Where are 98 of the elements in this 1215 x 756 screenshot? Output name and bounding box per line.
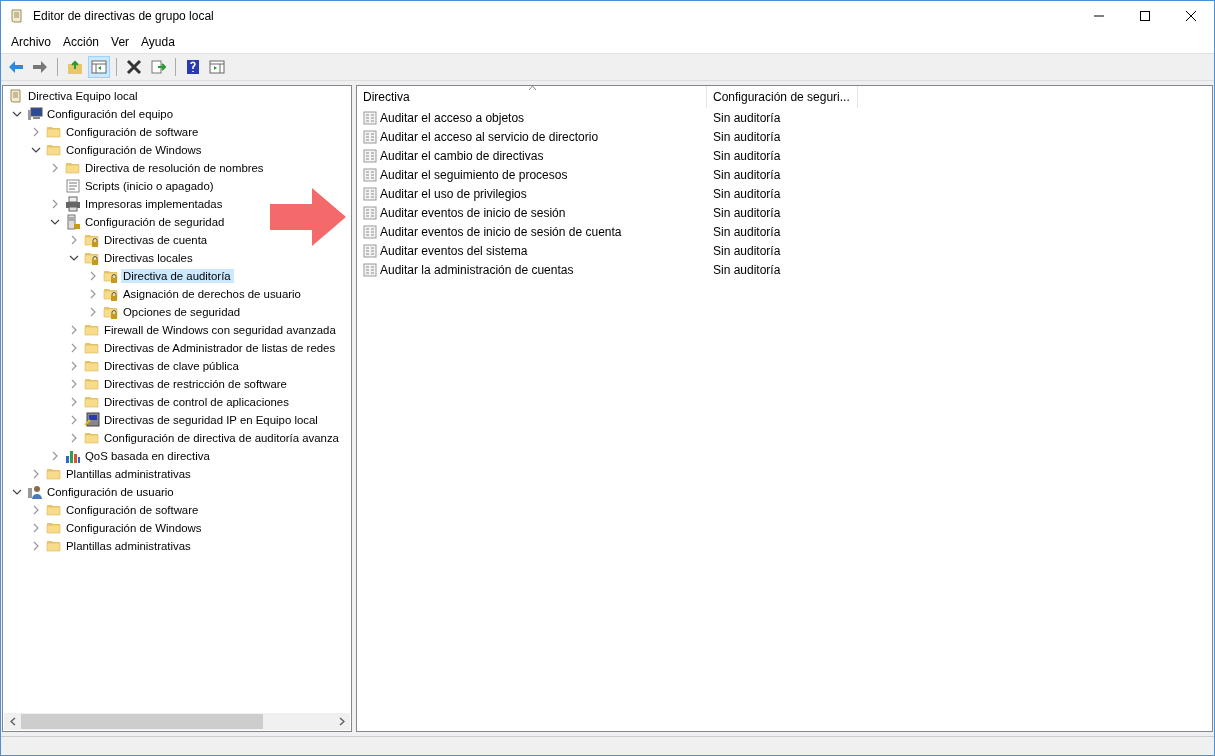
tree-item[interactable]: Directiva Equipo local [28,89,141,103]
folder-icon [84,340,100,356]
tree-item[interactable]: Directivas de control de aplicaciones [104,395,292,409]
policy-setting: Sin auditoría [712,243,781,258]
policy-icon [363,129,377,144]
forward-arrow-icon [32,59,48,75]
tree-item[interactable]: Directivas de clave pública [104,359,242,373]
policy-icon [363,110,377,125]
tree-item[interactable]: Configuración de Windows [66,521,205,535]
folder-icon [65,160,81,176]
script-icon [65,178,81,194]
help-icon [185,59,201,75]
tree-item[interactable]: Plantillas administrativas [66,467,194,481]
folder-lock-icon [84,232,100,248]
policy-icon [363,148,377,163]
policy-setting: Sin auditoría [712,186,781,201]
window-title: Editor de directivas de grupo local [33,9,214,23]
folder-icon [46,502,62,518]
folder-icon [46,124,62,140]
policy-name[interactable]: Auditar la administración de cuentas [380,262,574,277]
tree-item[interactable]: Directivas de cuenta [104,233,211,247]
folder-lock-icon [103,286,119,302]
policy-icon [363,243,377,258]
close-icon [1186,11,1196,21]
menu-item[interactable]: Ver [105,33,136,51]
scroll-icon [8,88,24,104]
folder-icon [46,520,62,536]
tree-item[interactable]: Impresoras implementadas [85,197,226,211]
folder-lock-icon [84,250,100,266]
tree-item[interactable]: Plantillas administrativas [66,539,194,553]
tree-item[interactable]: Configuración de Windows [66,143,205,157]
policy-setting: Sin auditoría [712,110,781,125]
menu-item[interactable]: Acción [57,33,106,51]
folder-icon [84,322,100,338]
policy-name[interactable]: Auditar eventos de inicio de sesión de cuenta [380,224,622,239]
policy-name[interactable]: Auditar el uso de privilegios [380,186,527,201]
action-pane-icon [209,59,225,75]
tree-item[interactable]: QoS basada en directiva [85,449,213,463]
scroll-icon [9,8,25,24]
tree-item[interactable]: Directivas de restricción de software [104,377,290,391]
folder-icon [46,466,62,482]
folder-icon [46,538,62,554]
console-tree-icon [91,59,107,75]
policy-name[interactable]: Auditar el acceso al servicio de directorio [380,129,599,144]
policy-icon [363,186,377,201]
folder-icon [84,358,100,374]
policy-setting: Sin auditoría [712,224,781,239]
export-list-icon [150,59,166,75]
folder-lock-icon [103,304,119,320]
tree-item[interactable]: Directiva de auditoría [121,269,234,283]
tree-item[interactable]: Configuración de software [66,503,202,517]
tree-item[interactable]: Configuración de usuario [47,485,177,499]
tree-item[interactable]: Opciones de seguridad [123,305,244,319]
column-header[interactable]: Configuración de seguri... [707,86,858,108]
computer-icon [27,106,43,122]
policy-name[interactable]: Auditar el cambio de directivas [380,148,544,163]
folder-icon [46,142,62,158]
policy-icon [363,224,377,239]
user-icon [27,484,43,500]
tree-item[interactable]: Scripts (inicio o apagado) [85,179,217,193]
policy-icon [363,167,377,182]
policy-name[interactable]: Auditar eventos del sistema [380,243,528,258]
policy-setting: Sin auditoría [712,148,781,163]
tree-item[interactable]: Directivas locales [104,251,196,265]
policy-icon [363,205,377,220]
menu-item[interactable]: Archivo [5,33,57,51]
menu-item[interactable]: Ayuda [135,33,181,51]
tree-item[interactable]: Configuración de directiva de auditoría avanza [104,431,342,445]
horizontal-scrollbar[interactable] [4,713,350,730]
tree-item[interactable]: Configuración de seguridad [85,215,228,229]
policy-name[interactable]: Auditar el seguimiento de procesos [380,167,568,182]
tree-item[interactable]: Asignación de derechos de usuario [123,287,304,301]
delete-icon [126,59,142,75]
policy-setting: Sin auditoría [712,262,781,277]
policy-setting: Sin auditoría [712,167,781,182]
scroll-right-icon[interactable] [338,717,345,726]
policy-icon [363,262,377,277]
policy-name[interactable]: Auditar el acceso a objetos [380,110,525,125]
scroll-left-icon[interactable] [9,717,16,726]
server-icon [65,214,81,230]
folder-icon [84,394,100,410]
tree-item[interactable]: Configuración de software [66,125,202,139]
policy-name[interactable]: Auditar eventos de inicio de sesión [380,205,566,220]
folder-lock-icon [103,268,119,284]
column-header[interactable]: Directiva [357,86,707,108]
policy-setting: Sin auditoría [712,205,781,220]
folder-icon [84,430,100,446]
policy-setting: Sin auditoría [712,129,781,144]
folder-up-icon [67,59,83,75]
folder-icon [84,376,100,392]
tree-item[interactable]: Directivas de Administrador de listas de redes [104,341,339,355]
tree-item[interactable]: Directivas de seguridad IP en Equipo local [104,413,321,427]
tree-item[interactable]: Firewall de Windows con seguridad avanzada [104,323,339,337]
printer-icon [65,196,81,212]
back-arrow-icon [8,59,24,75]
maximize-icon [1140,11,1150,21]
tree-item[interactable]: Configuración del equipo [47,107,177,121]
tree-item[interactable]: Directiva de resolución de nombres [85,161,267,175]
